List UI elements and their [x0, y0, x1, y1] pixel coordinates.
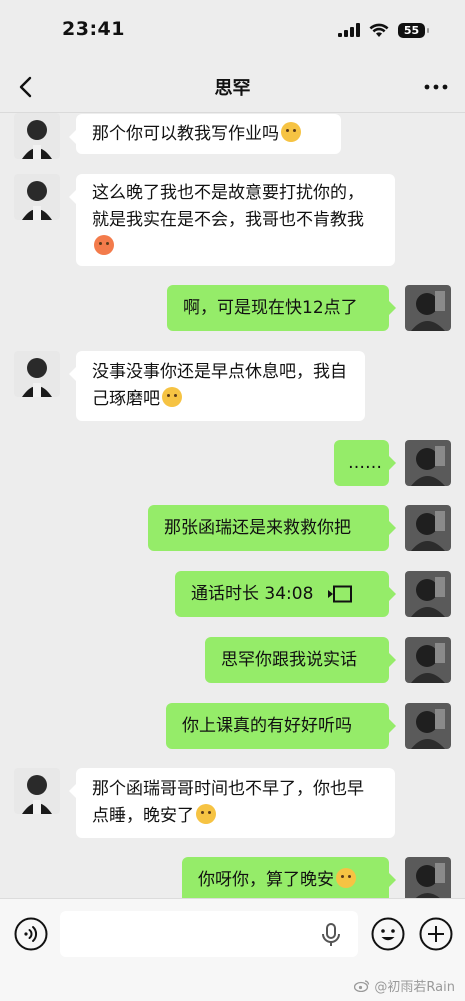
nav-bar: 思罕	[0, 60, 465, 113]
message-text: ……	[348, 452, 382, 473]
user-avatar[interactable]	[405, 637, 451, 683]
plus-icon	[419, 917, 453, 951]
watermark-text: @初雨若Rain	[374, 980, 455, 995]
message-bubble-outgoing[interactable]: 你呀你，算了晚安	[182, 857, 396, 898]
call-record-bubble[interactable]: 通话时长 34:08	[175, 571, 396, 617]
more-dots-icon	[424, 84, 448, 90]
contact-avatar[interactable]	[14, 113, 60, 159]
message-text: 没事没事你还是早点休息吧，我自己琢磨吧	[92, 362, 347, 409]
user-avatar[interactable]	[405, 440, 451, 486]
message-bubble-incoming[interactable]: 那个你可以教我写作业吗	[69, 114, 341, 154]
smiley-icon	[371, 917, 405, 951]
message-text: 这么晚了我也不是故意要打扰你的，就是我实在是不会，我哥也不肯教我	[92, 182, 364, 230]
message-text: 那个函瑞哥哥时间也不早了，你也早点睡，晚安了	[92, 779, 364, 826]
message-input[interactable]	[60, 911, 358, 957]
video-call-icon	[327, 585, 353, 603]
status-icons: 55	[338, 20, 429, 40]
message-bubble-outgoing[interactable]: 啊，可是现在快12点了	[167, 285, 396, 331]
message-bubble-outgoing[interactable]: 思罕你跟我说实话	[205, 637, 396, 683]
more-functions-button[interactable]	[419, 917, 453, 951]
pout-emoji-icon	[162, 387, 182, 407]
message-text: 你呀你，算了晚安	[198, 869, 334, 890]
wifi-icon	[369, 23, 389, 37]
status-time: 23:41	[62, 18, 125, 40]
microphone-icon[interactable]	[320, 923, 342, 951]
contact-avatar[interactable]	[14, 174, 60, 220]
message-text: 思罕你跟我说实话	[221, 649, 357, 670]
message-bubble-incoming[interactable]: 那个函瑞哥哥时间也不早了，你也早点睡，晚安了	[69, 768, 395, 838]
user-avatar[interactable]	[405, 571, 451, 617]
user-avatar[interactable]	[405, 505, 451, 551]
message-bubble-incoming[interactable]: 没事没事你还是早点休息吧，我自己琢磨吧	[69, 351, 365, 421]
status-bar: 23:41 55	[0, 0, 465, 60]
message-bubble-outgoing[interactable]: ……	[334, 440, 396, 486]
user-avatar[interactable]	[405, 703, 451, 749]
emoji-button[interactable]	[371, 917, 405, 951]
more-options-button[interactable]	[421, 72, 451, 102]
battery-icon: 55	[398, 22, 429, 38]
battery-level: 55	[403, 23, 420, 37]
weibo-logo-icon	[354, 980, 370, 992]
message-text: 那个你可以教我写作业吗	[92, 123, 279, 144]
message-text: 那张函瑞还是来救救你把	[164, 517, 351, 538]
angry-emoji-icon	[94, 234, 114, 255]
chat-title: 思罕	[214, 78, 251, 99]
contact-avatar[interactable]	[14, 768, 60, 814]
voice-mode-button[interactable]	[14, 917, 48, 951]
message-text: 你上课真的有好好听吗	[182, 715, 352, 736]
contact-avatar[interactable]	[14, 351, 60, 397]
chat-messages[interactable]: 那个你可以教我写作业吗 这么晚了我也不是故意要打扰你的，就是我实在是不会，我哥也…	[0, 113, 465, 898]
message-bubble-incoming[interactable]: 这么晚了我也不是故意要打扰你的，就是我实在是不会，我哥也不肯教我	[69, 174, 395, 266]
message-bubble-outgoing[interactable]: 那张函瑞还是来救救你把	[148, 505, 396, 551]
sad-emoji-icon	[281, 121, 301, 142]
wink-emoji-icon	[196, 804, 216, 824]
call-duration-text: 通话时长 34:08	[191, 583, 314, 604]
message-bubble-outgoing[interactable]: 你上课真的有好好听吗	[166, 703, 396, 749]
sleeping-emoji-icon	[336, 867, 356, 888]
user-avatar[interactable]	[405, 285, 451, 331]
user-avatar[interactable]	[405, 857, 451, 898]
signal-icon	[338, 23, 360, 37]
voice-icon	[14, 917, 48, 951]
message-text: 啊，可是现在快12点了	[183, 297, 358, 318]
watermark: @初雨若Rain	[354, 976, 455, 995]
